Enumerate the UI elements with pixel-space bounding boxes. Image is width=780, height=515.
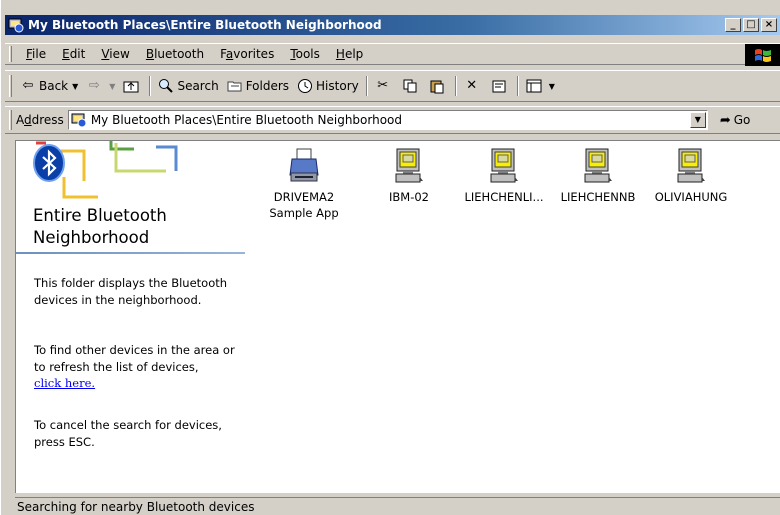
history-icon (297, 78, 313, 94)
device-item[interactable]: LIEHCHENLI... (456, 147, 552, 205)
windows-logo-icon (745, 44, 780, 66)
properties-button[interactable] (487, 74, 514, 98)
menu-file[interactable]: File (18, 47, 54, 61)
delete-button[interactable]: ✕ (460, 74, 487, 98)
device-item[interactable]: IBM-02 (361, 147, 457, 205)
folders-button[interactable]: Folders (223, 74, 293, 98)
up-folder-icon (123, 78, 139, 94)
go-button[interactable]: ➦ Go (720, 113, 751, 128)
panel-cancel-text: To cancel the search for devices, press … (34, 418, 222, 449)
maximize-button[interactable]: □ (743, 18, 759, 32)
computer-icon (488, 147, 520, 187)
toolbar-separator (454, 76, 457, 96)
menu-edit[interactable]: Edit (54, 47, 93, 61)
folders-icon (227, 78, 243, 94)
back-arrow-icon: ⇦ (22, 78, 34, 93)
computer-icon (393, 147, 425, 187)
forward-dropdown-icon[interactable]: ▼ (109, 82, 115, 91)
toolbar-separator (149, 76, 152, 96)
address-field[interactable]: My Bluetooth Places\Entire Bluetooth Nei… (67, 110, 708, 130)
address-label: Address (16, 113, 64, 127)
panel-description: This folder displays the Bluetooth devic… (34, 276, 228, 307)
bluetooth-places-icon (8, 17, 24, 33)
menu-help[interactable]: Help (328, 47, 371, 61)
minimize-button[interactable]: _ (725, 18, 741, 32)
device-item[interactable]: DRIVEMA2 Sample App (256, 147, 352, 221)
search-button[interactable]: Search (154, 74, 222, 98)
device-label: DRIVEMA2 Sample App (269, 190, 339, 220)
paste-button[interactable] (425, 74, 452, 98)
panel-divider (16, 252, 245, 254)
device-label: OLIVIAHUNG (654, 190, 728, 204)
status-bar: Searching for nearby Bluetooth devices (15, 497, 780, 515)
views-button[interactable]: ▼ (522, 74, 559, 98)
standard-toolbar: ⇦ Back ▼ ⇨ ▼ Search Folders History ✂ ✕ … (5, 70, 780, 102)
device-label: LIEHCHENNB (560, 190, 636, 204)
menu-view[interactable]: View (93, 47, 137, 61)
back-dropdown-icon[interactable]: ▼ (72, 82, 78, 91)
toolbar-separator (516, 76, 519, 96)
addressbar-grip[interactable] (9, 110, 12, 130)
printer-icon (288, 147, 320, 187)
bluetooth-places-icon (71, 112, 87, 128)
menubar-grip[interactable] (9, 46, 12, 62)
menu-favorites[interactable]: Favorites (212, 47, 282, 61)
delete-x-icon: ✕ (466, 78, 478, 93)
properties-icon (491, 78, 507, 94)
search-icon (158, 78, 174, 94)
toolbar-grip[interactable] (9, 75, 12, 97)
views-icon (526, 78, 542, 94)
copy-icon (402, 78, 418, 94)
forward-arrow-icon: ⇨ (88, 78, 100, 93)
window-title: My Bluetooth Places\Entire Bluetooth Nei… (28, 18, 382, 32)
address-dropdown-button[interactable]: ▼ (689, 112, 706, 128)
cut-button[interactable]: ✂ (371, 74, 398, 98)
device-item[interactable]: LIEHCHENNB (550, 147, 646, 205)
panel-refresh-text: To find other devices in the area or to … (34, 343, 235, 390)
menu-bar: File Edit View Bluetooth Favorites Tools… (5, 43, 780, 66)
address-bar: Address My Bluetooth Places\Entire Bluet… (5, 106, 780, 134)
web-view-panel: Entire Bluetooth Neighborhood This folde… (16, 141, 245, 493)
device-label: LIEHCHENLI... (464, 190, 544, 204)
device-item[interactable]: OLIVIAHUNG (643, 147, 739, 205)
click-here-link[interactable]: click here. (34, 376, 95, 390)
device-label: IBM-02 (389, 190, 429, 204)
explorer-window: My Bluetooth Places\Entire Bluetooth Nei… (0, 0, 780, 515)
computer-icon (675, 147, 707, 187)
title-bar[interactable]: My Bluetooth Places\Entire Bluetooth Nei… (5, 15, 780, 35)
paste-icon (429, 78, 445, 94)
address-text[interactable]: My Bluetooth Places\Entire Bluetooth Nei… (91, 113, 690, 127)
bluetooth-banner (16, 141, 245, 201)
history-button[interactable]: History (293, 74, 363, 98)
close-button[interactable]: × (761, 18, 777, 32)
up-folder-button[interactable] (119, 74, 146, 98)
panel-title: Entire Bluetooth Neighborhood (33, 206, 167, 247)
computer-icon (582, 147, 614, 187)
menu-bluetooth[interactable]: Bluetooth (138, 47, 212, 61)
copy-button[interactable] (398, 74, 425, 98)
forward-button[interactable]: ⇨ ▼ (82, 74, 119, 98)
back-button[interactable]: ⇦ Back ▼ (16, 74, 82, 98)
toolbar-separator (365, 76, 368, 96)
scissors-icon: ✂ (377, 78, 389, 93)
folder-view: Entire Bluetooth Neighborhood This folde… (15, 140, 780, 493)
menu-tools[interactable]: Tools (282, 47, 328, 61)
go-arrow-icon: ➦ (719, 112, 731, 128)
views-dropdown-icon[interactable]: ▼ (549, 82, 555, 91)
